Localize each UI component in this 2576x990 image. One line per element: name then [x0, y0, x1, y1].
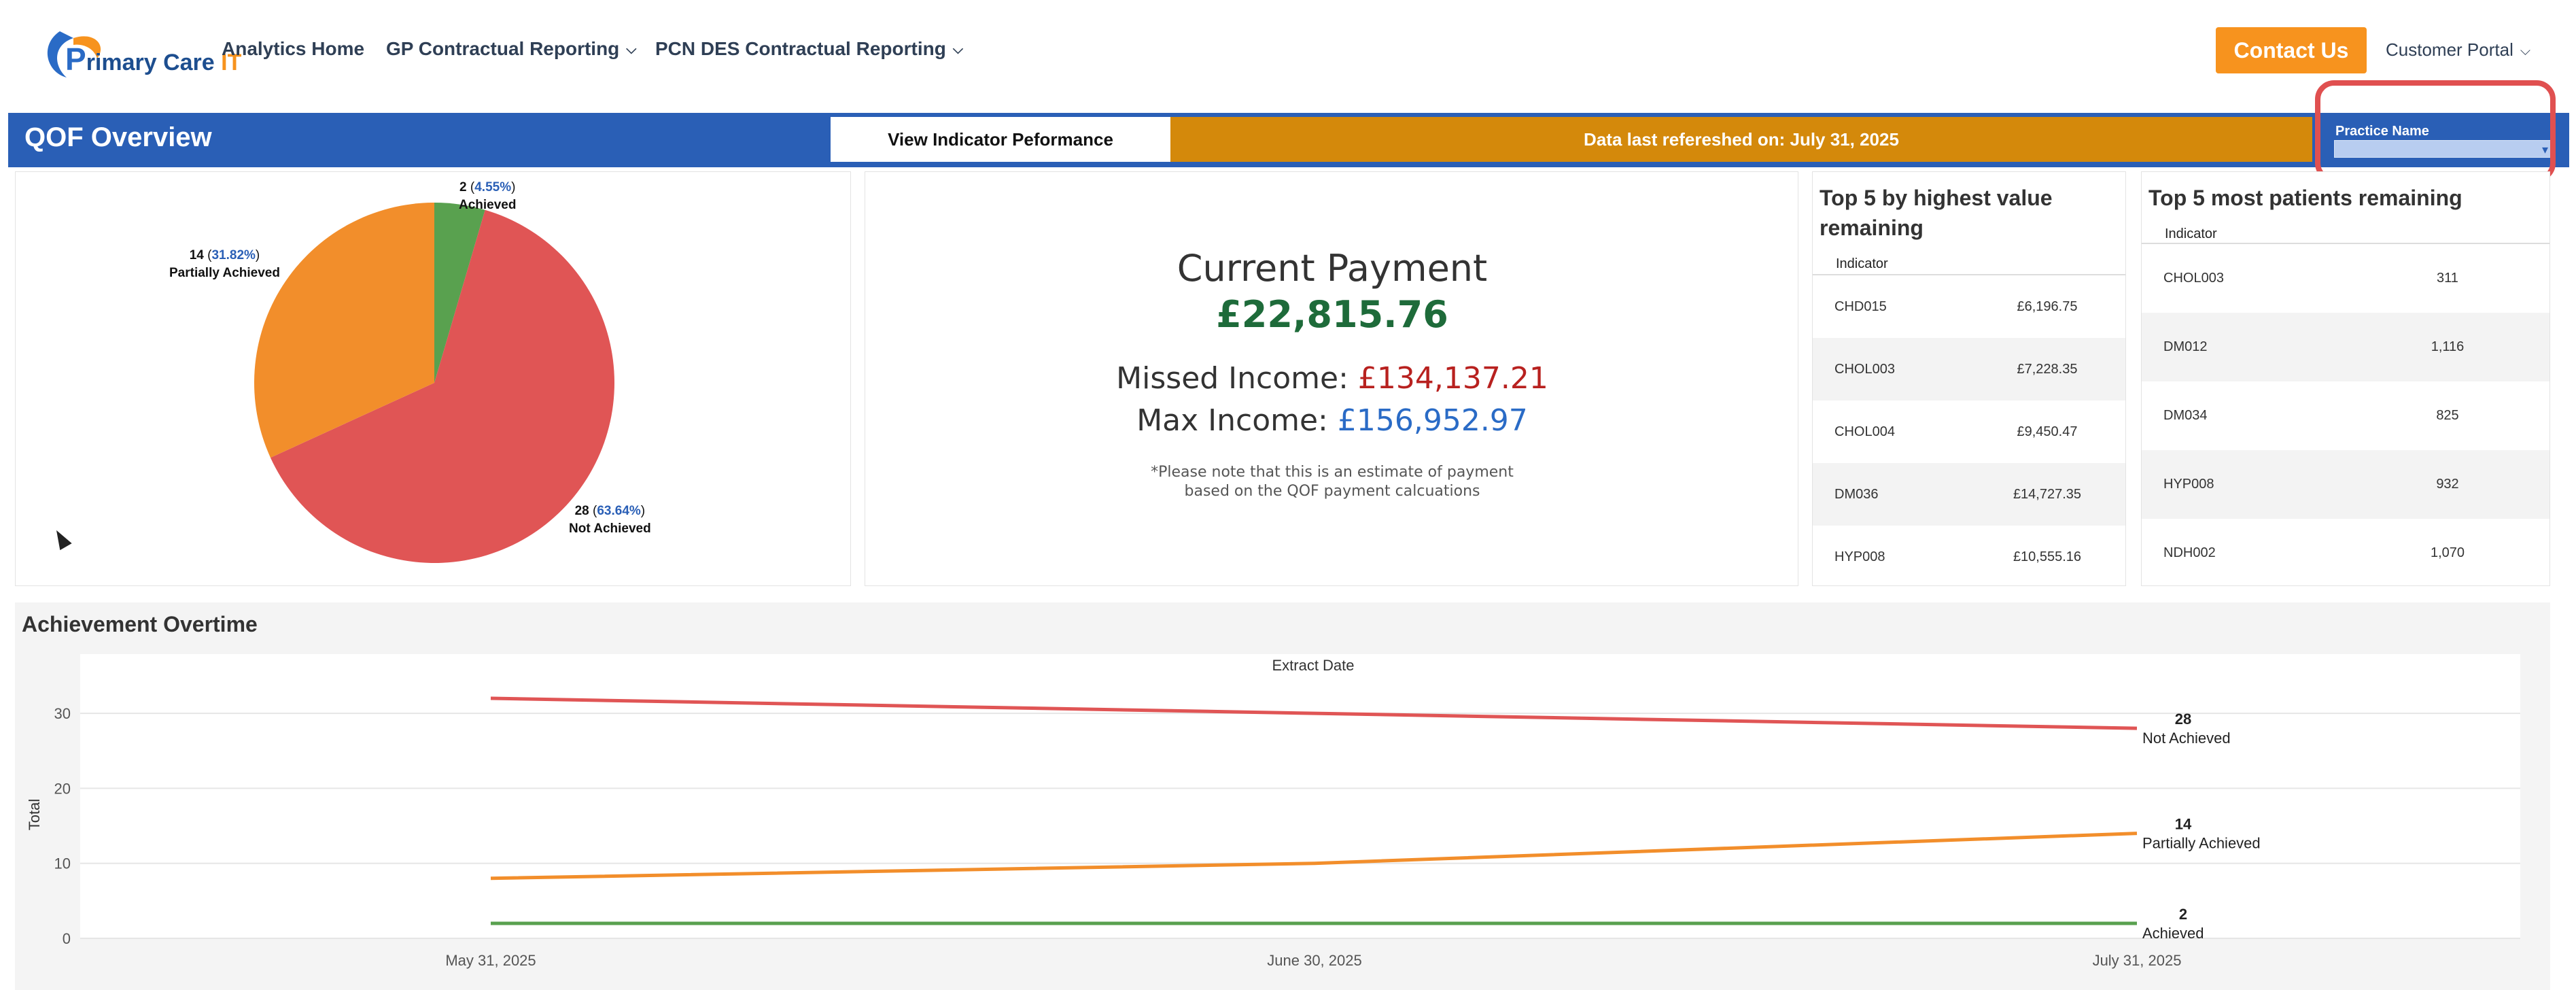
x-tick-label: July 31, 2025	[2093, 952, 2182, 969]
value-cell: 1,116	[2431, 339, 2465, 354]
value-cell: 932	[2436, 477, 2459, 492]
top5-patients-row[interactable]: NDH002 1,070	[2142, 519, 2549, 587]
top5-patients-header: Indicator	[2165, 226, 2217, 241]
x-axis-title: Extract Date	[1272, 657, 1354, 674]
chevron-down-icon: ⌵	[952, 42, 963, 58]
top5-value-row[interactable]: DM036 £14,727.35	[1813, 463, 2125, 526]
payment-summary-panel: Current Payment £22,815.76 Missed Income…	[865, 171, 1798, 586]
top5-value-table: CHD015 £6,196.75 CHOL003 £7,228.35 CHOL004 £9…	[1813, 275, 2125, 588]
pie-label-not-achieved: 28 (63.64%) Not Achieved	[569, 504, 651, 536]
top5-value-header: Indicator	[1836, 256, 1888, 271]
x-tick-label: May 31, 2025	[445, 952, 536, 969]
series-end-name: Not Achieved	[2142, 730, 2231, 747]
highlight-annotation	[2315, 80, 2556, 182]
nav-pcn-des-reporting[interactable]: PCN DES Contractual Reporting ⌵	[655, 38, 963, 60]
achievement-overtime-panel: Achievement Overtime 0 10 20 30 May 31, 2025…	[15, 602, 2550, 990]
top5-patients-row[interactable]: HYP008 932	[2142, 450, 2549, 519]
chevron-down-icon: ⌵	[626, 42, 637, 58]
indicator-cell: CHOL003	[1834, 361, 1895, 377]
indicator-cell: DM036	[1834, 486, 1879, 502]
plot-area	[80, 654, 2520, 938]
contact-us-button[interactable]: Contact Us	[2216, 27, 2367, 73]
value-cell: £14,727.35	[2013, 486, 2082, 502]
series-end-value: 28	[2175, 711, 2191, 728]
top5-value-row[interactable]: CHOL004 £9,450.47	[1813, 400, 2125, 463]
top5-value-title: Top 5 by highest value remaining	[1820, 186, 2053, 240]
top5-value-row[interactable]: HYP008 £10,555.16	[1813, 526, 2125, 588]
value-cell: 311	[2437, 271, 2458, 286]
indicator-cell: NDH002	[2163, 545, 2216, 560]
value-cell: £6,196.75	[2017, 298, 2078, 314]
indicator-cell: CHD015	[1834, 298, 1887, 314]
value-cell: £9,450.47	[2017, 424, 2078, 439]
series-end-value: 2	[2179, 906, 2187, 923]
top5-patients-row[interactable]: DM012 1,116	[2142, 313, 2549, 381]
pie-label-achieved: 2 (4.55%) Achieved	[459, 180, 517, 212]
page-title: QOF Overview	[24, 122, 212, 152]
nav-gp-contractual-reporting[interactable]: GP Contractual Reporting ⌵	[386, 38, 636, 60]
top5-patients-panel: Top 5 most patients remaining Indicator …	[2141, 171, 2550, 586]
indicator-cell: CHOL003	[2163, 271, 2224, 286]
series-end-name: Achieved	[2142, 925, 2204, 942]
data-refresh-status: Data last refereshed on: July 31, 2025	[1170, 117, 2312, 162]
qof-banner: QOF Overview View Indicator Peformance D…	[8, 113, 2569, 167]
achievement-pie-chart[interactable]	[16, 172, 852, 587]
payment-note: *Please note that this is an estimate of…	[1151, 464, 1514, 500]
y-tick-label: 20	[54, 780, 71, 797]
achievement-pie-panel: 2 (4.55%) Achieved 14 (31.82%) Partially A…	[15, 171, 851, 586]
current-payment-value: £22,815.76	[1216, 293, 1448, 336]
y-tick-label: 10	[54, 855, 71, 872]
chevron-down-icon: ⌵	[2520, 43, 2531, 58]
top5-value-panel: Top 5 by highest value remaining Indicat…	[1812, 171, 2126, 586]
indicator-cell: DM034	[2163, 408, 2208, 423]
current-payment-label: Current Payment	[1177, 247, 1488, 290]
missed-income: Missed Income: £134,137.21	[1116, 361, 1548, 396]
top5-patients-title: Top 5 most patients remaining	[2148, 186, 2462, 210]
max-income: Max Income: £156,952.97	[1136, 403, 1528, 438]
x-tick-label: June 30, 2025	[1267, 952, 1361, 969]
y-axis-title: Total	[26, 799, 43, 830]
top5-patients-table: CHOL003 311 DM012 1,116 DM034 825 HYP008 932 NDH…	[2142, 244, 2549, 587]
logo-text[interactable]: Primary Care IT	[65, 41, 241, 78]
top5-value-row[interactable]: CHD015 £6,196.75	[1813, 275, 2125, 338]
indicator-cell: DM012	[2163, 339, 2208, 354]
top5-patients-row[interactable]: DM034 825	[2142, 381, 2549, 450]
series-end-value: 14	[2175, 816, 2192, 833]
customer-portal-menu[interactable]: Customer Portal ⌵	[2386, 39, 2530, 61]
value-cell: £7,228.35	[2017, 361, 2078, 377]
value-cell: 1,070	[2430, 545, 2465, 560]
view-indicator-performance-button[interactable]: View Indicator Peformance	[831, 117, 1170, 162]
series-end-name: Partially Achieved	[2142, 835, 2261, 852]
y-tick-label: 0	[63, 930, 71, 947]
pie-label-partial: 14 (31.82%) Partially Achieved	[169, 248, 280, 280]
achievement-line-chart[interactable]: 0 10 20 30 May 31, 2025 June 30, 2025 July 31,…	[15, 602, 2550, 990]
nav-analytics-home[interactable]: Analytics Home	[222, 38, 364, 60]
value-cell: 825	[2436, 408, 2459, 423]
top5-patients-row[interactable]: CHOL003 311	[2142, 244, 2549, 313]
y-tick-label: 30	[54, 705, 71, 722]
indicator-cell: HYP008	[2163, 477, 2214, 492]
value-cell: £10,555.16	[2013, 549, 2082, 564]
top-navigation: Primary Care IT Analytics Home GP Contra…	[0, 0, 2576, 109]
indicator-cell: CHOL004	[1834, 424, 1895, 439]
top5-value-row[interactable]: CHOL003 £7,228.35	[1813, 338, 2125, 400]
indicator-cell: HYP008	[1834, 549, 1885, 564]
